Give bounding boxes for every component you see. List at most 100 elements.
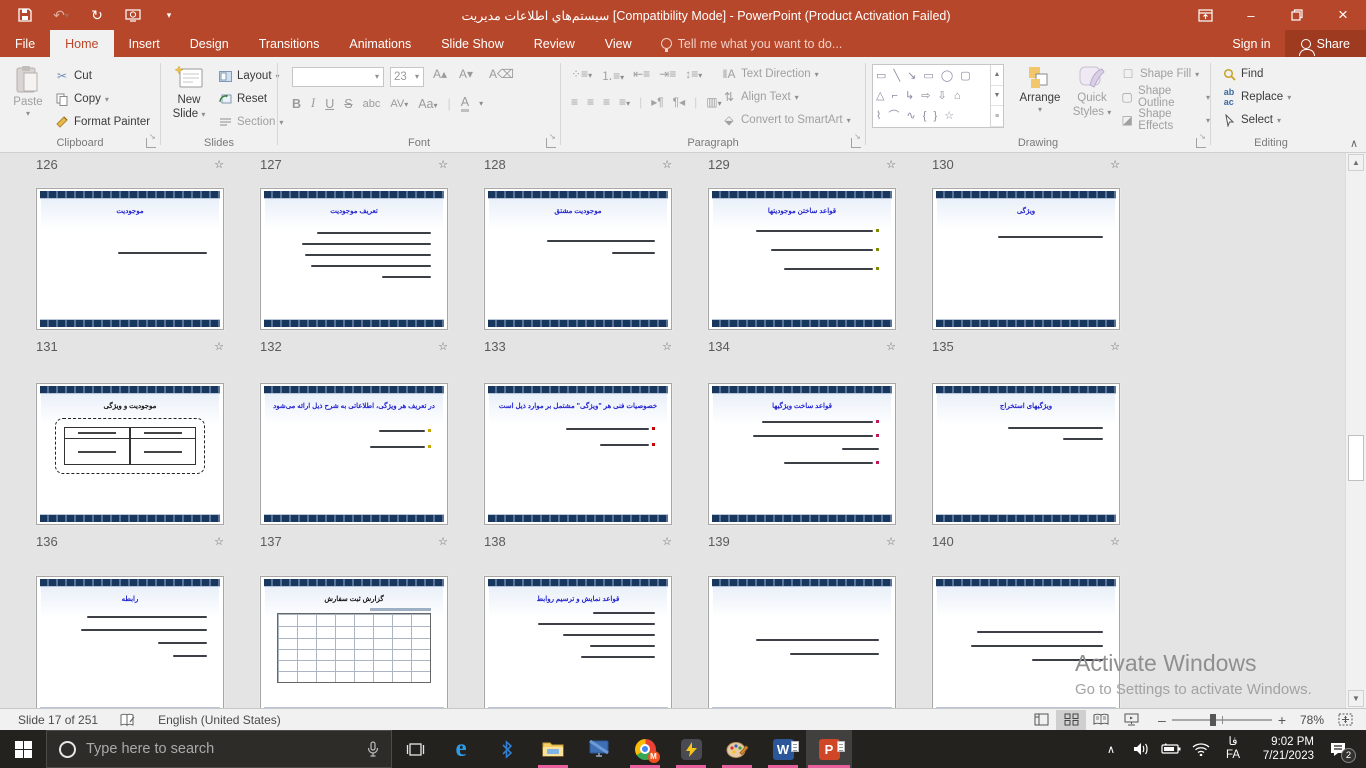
sign-in-link[interactable]: Sign in (1218, 30, 1284, 57)
vertical-scrollbar[interactable]: ▲ ▼ (1345, 153, 1366, 708)
transition-star-icon[interactable]: ☆ (1110, 535, 1120, 548)
text-shadow-icon[interactable]: abc (363, 98, 381, 110)
font-color-icon[interactable]: A (461, 95, 469, 112)
start-button[interactable] (0, 730, 46, 768)
slide-thumbnail[interactable]: تعريف موجوديت (260, 188, 448, 330)
chrome-icon[interactable]: M (622, 730, 668, 768)
slide-thumbnail[interactable]: موجوديت و ويژگى (36, 383, 224, 525)
font-name-dropdown-icon[interactable]: ▾ (375, 72, 379, 81)
arrange-button[interactable]: Arrange▾ (1014, 65, 1066, 115)
transition-star-icon[interactable]: ☆ (886, 158, 896, 171)
save-icon[interactable] (14, 4, 36, 26)
tab-transitions[interactable]: Transitions (244, 30, 335, 57)
bluetooth-icon[interactable] (484, 730, 530, 768)
shape-effects-button[interactable]: ◪Shape Effects▾ (1120, 109, 1210, 131)
volume-icon[interactable] (1128, 730, 1154, 768)
slideshow-view-icon[interactable] (1116, 710, 1146, 730)
slide-thumbnail[interactable]: در تعريف هر ويژگى، اطلاعاتى به شرح ذيل ا… (260, 383, 448, 525)
slide-thumbnail[interactable]: گزارش ثبت سفارش (260, 576, 448, 708)
quick-styles-button[interactable]: Quick Styles ▾ (1068, 65, 1116, 120)
underline-icon[interactable]: U (325, 97, 334, 111)
decrease-font-size-icon[interactable]: A▾ (456, 67, 476, 81)
powerpoint-icon[interactable]: P (806, 730, 852, 768)
strikethrough-icon[interactable]: S (344, 97, 352, 111)
tab-view[interactable]: View (590, 30, 647, 57)
start-from-beginning-icon[interactable] (122, 4, 144, 26)
collapse-ribbon-icon[interactable]: ∧ (1350, 137, 1358, 150)
bullets-icon[interactable]: ⁘≡▾ (571, 67, 592, 84)
clear-formatting-icon[interactable]: A⌫ (486, 67, 517, 81)
character-spacing-icon[interactable]: AV▾ (390, 98, 408, 110)
winamp-icon[interactable] (668, 730, 714, 768)
ribbon-display-options-icon[interactable] (1182, 0, 1228, 30)
close-button[interactable]: × (1320, 0, 1366, 30)
convert-smartart-button[interactable]: ⬙Convert to SmartArt▾ (721, 109, 851, 131)
minimize-button[interactable]: – (1228, 0, 1274, 30)
tab-file[interactable]: File (0, 30, 50, 57)
customize-qat-icon[interactable]: ▾ (158, 4, 180, 26)
slide-thumbnail[interactable]: ويژگى (932, 188, 1120, 330)
text-direction-button[interactable]: ‖AText Direction▾ (721, 63, 819, 85)
ltr-direction-icon[interactable]: ▸¶ (651, 95, 663, 109)
slide-thumbnail[interactable]: قواعد ساخت ويژگيها (708, 383, 896, 525)
action-center-icon[interactable]: 2 (1318, 730, 1358, 768)
language-status[interactable]: English (United States) (158, 713, 281, 727)
font-size-dropdown-icon[interactable]: ▾ (415, 72, 419, 81)
zoom-slider[interactable] (1172, 719, 1272, 721)
rtl-direction-icon[interactable]: ¶◂ (673, 95, 685, 109)
scroll-up-icon[interactable]: ▲ (1348, 154, 1364, 171)
transition-star-icon[interactable]: ☆ (1110, 340, 1120, 353)
cut-button[interactable]: ✂Cut (54, 65, 92, 87)
slide-sorter-view-icon[interactable] (1056, 710, 1086, 730)
slide-counter[interactable]: Slide 17 of 251 (18, 713, 98, 727)
display-settings-icon[interactable] (576, 730, 622, 768)
scroll-down-icon[interactable]: ▼ (1348, 690, 1364, 707)
select-button[interactable]: Select▾ (1221, 109, 1281, 131)
transition-star-icon[interactable]: ☆ (662, 535, 672, 548)
transition-star-icon[interactable]: ☆ (214, 535, 224, 548)
section-button[interactable]: Section▾ (217, 111, 283, 133)
paint-icon[interactable] (714, 730, 760, 768)
shape-fill-button[interactable]: 🞎Shape Fill▾ (1120, 63, 1199, 85)
restore-button[interactable] (1274, 0, 1320, 30)
increase-indent-icon[interactable]: ⇥≡ (659, 67, 676, 84)
layout-button[interactable]: Layout▾ (217, 65, 280, 87)
transition-star-icon[interactable]: ☆ (886, 535, 896, 548)
change-case-icon[interactable]: Aa▾ (418, 97, 437, 111)
zoom-in-icon[interactable]: + (1278, 712, 1286, 728)
scrollbar-thumb[interactable] (1348, 435, 1364, 481)
transition-star-icon[interactable]: ☆ (662, 158, 672, 171)
tab-insert[interactable]: Insert (114, 30, 175, 57)
tab-home[interactable]: Home (50, 30, 113, 57)
align-center-icon[interactable]: ≡ (587, 95, 594, 109)
transition-star-icon[interactable]: ☆ (214, 340, 224, 353)
tab-design[interactable]: Design (175, 30, 244, 57)
shapes-gallery[interactable]: ▭ ╲ ↘ ▭ ◯ ▢ △ ⌐ ↳ ⇨ ⇩ ⌂ ⌇ ⌒ ∿ { } ☆ ▲▼≡ (872, 64, 1004, 128)
normal-view-icon[interactable] (1026, 710, 1056, 730)
transition-star-icon[interactable]: ☆ (1110, 158, 1120, 171)
tell-me-box[interactable]: Tell me what you want to do... (647, 30, 857, 57)
slide-thumbnail[interactable]: قواعد نمايش و ترسيم روابط (484, 576, 672, 708)
edge-icon[interactable]: e (438, 730, 484, 768)
justify-icon[interactable]: ≡▾ (619, 95, 630, 109)
slide-thumbnail[interactable]: موجوديت مشتق (484, 188, 672, 330)
zoom-percent[interactable]: 78% (1292, 713, 1324, 727)
font-name-combo[interactable] (292, 67, 384, 87)
share-button[interactable]: Share (1285, 30, 1366, 57)
taskbar-search-box[interactable]: Type here to search (46, 730, 392, 768)
columns-icon[interactable]: ▥▾ (706, 95, 721, 109)
battery-icon[interactable] (1158, 730, 1184, 768)
align-left-icon[interactable]: ≡ (571, 95, 578, 109)
bold-icon[interactable]: B (292, 97, 301, 111)
align-right-icon[interactable]: ≡ (603, 95, 610, 109)
zoom-slider-thumb[interactable] (1210, 714, 1216, 726)
transition-star-icon[interactable]: ☆ (662, 340, 672, 353)
taskbar-clock[interactable]: 9:02 PM 7/21/2023 (1252, 730, 1314, 768)
transition-star-icon[interactable]: ☆ (438, 158, 448, 171)
shape-outline-button[interactable]: ▢Shape Outline▾ (1120, 86, 1210, 108)
language-indicator[interactable]: فا FA (1218, 730, 1248, 768)
replace-button[interactable]: abacReplace▾ (1221, 86, 1291, 108)
zoom-out-icon[interactable]: – (1158, 712, 1166, 728)
fit-to-window-icon[interactable] (1330, 710, 1360, 730)
tab-review[interactable]: Review (519, 30, 590, 57)
